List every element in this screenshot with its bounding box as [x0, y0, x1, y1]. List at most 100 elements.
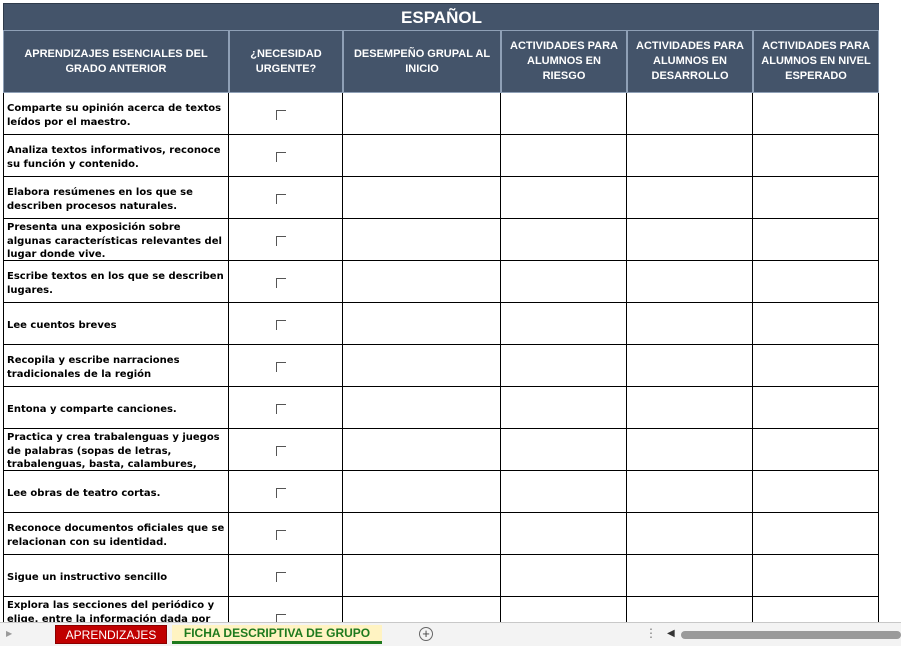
- empty-cell[interactable]: [343, 429, 501, 471]
- vertical-dots-icon[interactable]: ⋮: [645, 626, 657, 640]
- empty-cell[interactable]: [501, 177, 627, 219]
- triangle-left-icon[interactable]: ◀: [667, 628, 675, 639]
- empty-cell[interactable]: [343, 387, 501, 429]
- empty-cell[interactable]: [627, 177, 753, 219]
- empty-cell[interactable]: [343, 513, 501, 555]
- empty-cell[interactable]: [627, 555, 753, 597]
- empty-cell[interactable]: [627, 303, 753, 345]
- topic-cell[interactable]: Lee cuentos breves: [3, 303, 229, 345]
- topic-cell[interactable]: Sigue un instructivo sencillo: [3, 555, 229, 597]
- urgent-cell[interactable]: [229, 219, 343, 261]
- urgent-checkbox[interactable]: [276, 152, 286, 162]
- empty-cell[interactable]: [501, 387, 627, 429]
- topic-cell[interactable]: Recopila y escribe narraciones tradicion…: [3, 345, 229, 387]
- empty-cell[interactable]: [753, 261, 879, 303]
- urgent-checkbox[interactable]: [276, 320, 286, 330]
- triangle-right-icon[interactable]: ▶: [6, 629, 12, 638]
- empty-cell[interactable]: [627, 135, 753, 177]
- topic-cell[interactable]: Analiza textos informativos, reconoce su…: [3, 135, 229, 177]
- urgent-checkbox[interactable]: [276, 446, 286, 456]
- empty-cell[interactable]: [627, 387, 753, 429]
- topic-cell[interactable]: Escribe textos en los que se describen l…: [3, 261, 229, 303]
- empty-cell[interactable]: [501, 345, 627, 387]
- empty-cell[interactable]: [343, 219, 501, 261]
- urgent-checkbox[interactable]: [276, 614, 286, 622]
- empty-cell[interactable]: [627, 429, 753, 471]
- urgent-checkbox[interactable]: [276, 572, 286, 582]
- empty-cell[interactable]: [501, 93, 627, 135]
- urgent-checkbox[interactable]: [276, 404, 286, 414]
- empty-cell[interactable]: [753, 387, 879, 429]
- horizontal-scrollbar[interactable]: [681, 631, 901, 639]
- urgent-cell[interactable]: [229, 513, 343, 555]
- empty-cell[interactable]: [753, 597, 879, 622]
- empty-cell[interactable]: [501, 219, 627, 261]
- empty-cell[interactable]: [753, 93, 879, 135]
- urgent-cell[interactable]: [229, 93, 343, 135]
- tab-ficha-descriptiva-de-grupo[interactable]: FICHA DESCRIPTIVA DE GRUPO: [172, 625, 382, 644]
- urgent-checkbox[interactable]: [276, 362, 286, 372]
- urgent-checkbox[interactable]: [276, 110, 286, 120]
- header-aprendizajes: APRENDIZAJES ESENCIALES DEL GRADO ANTERI…: [3, 30, 229, 93]
- empty-cell[interactable]: [501, 429, 627, 471]
- topic-cell[interactable]: Practica y crea trabalenguas y juegos de…: [3, 429, 229, 471]
- empty-cell[interactable]: [627, 345, 753, 387]
- empty-cell[interactable]: [627, 219, 753, 261]
- empty-cell[interactable]: [753, 513, 879, 555]
- empty-cell[interactable]: [753, 303, 879, 345]
- empty-cell[interactable]: [343, 177, 501, 219]
- empty-cell[interactable]: [501, 597, 627, 622]
- topic-text: Analiza textos informativos, reconoce su…: [7, 145, 221, 170]
- empty-cell[interactable]: [501, 261, 627, 303]
- empty-cell[interactable]: [501, 303, 627, 345]
- empty-cell[interactable]: [501, 471, 627, 513]
- urgent-cell[interactable]: [229, 303, 343, 345]
- empty-cell[interactable]: [343, 345, 501, 387]
- empty-cell[interactable]: [753, 429, 879, 471]
- empty-cell[interactable]: [627, 261, 753, 303]
- empty-cell[interactable]: [343, 93, 501, 135]
- empty-cell[interactable]: [501, 135, 627, 177]
- urgent-checkbox[interactable]: [276, 488, 286, 498]
- urgent-checkbox[interactable]: [276, 530, 286, 540]
- tab-aprendizajes[interactable]: APRENDIZAJES: [55, 625, 167, 644]
- topic-cell[interactable]: Entona y comparte canciones.: [3, 387, 229, 429]
- empty-cell[interactable]: [753, 555, 879, 597]
- urgent-cell[interactable]: [229, 555, 343, 597]
- urgent-cell[interactable]: [229, 387, 343, 429]
- urgent-cell[interactable]: [229, 177, 343, 219]
- topic-cell[interactable]: Explora las secciones del periódico y el…: [3, 597, 229, 622]
- topic-cell[interactable]: Comparte su opinión acerca de textos leí…: [3, 93, 229, 135]
- empty-cell[interactable]: [343, 555, 501, 597]
- empty-cell[interactable]: [753, 177, 879, 219]
- empty-cell[interactable]: [627, 93, 753, 135]
- empty-cell[interactable]: [627, 513, 753, 555]
- empty-cell[interactable]: [343, 135, 501, 177]
- empty-cell[interactable]: [343, 597, 501, 622]
- empty-cell[interactable]: [343, 471, 501, 513]
- urgent-cell[interactable]: [229, 429, 343, 471]
- empty-cell[interactable]: [343, 303, 501, 345]
- topic-cell[interactable]: Presenta una exposición sobre algunas ca…: [3, 219, 229, 261]
- empty-cell[interactable]: [501, 513, 627, 555]
- urgent-cell[interactable]: [229, 135, 343, 177]
- empty-cell[interactable]: [343, 261, 501, 303]
- urgent-checkbox[interactable]: [276, 278, 286, 288]
- urgent-cell[interactable]: [229, 345, 343, 387]
- empty-cell[interactable]: [753, 135, 879, 177]
- urgent-cell[interactable]: [229, 597, 343, 622]
- empty-cell[interactable]: [627, 597, 753, 622]
- empty-cell[interactable]: [753, 219, 879, 261]
- urgent-cell[interactable]: [229, 471, 343, 513]
- topic-cell[interactable]: Reconoce documentos oficiales que se rel…: [3, 513, 229, 555]
- urgent-cell[interactable]: [229, 261, 343, 303]
- urgent-checkbox[interactable]: [276, 194, 286, 204]
- empty-cell[interactable]: [501, 555, 627, 597]
- empty-cell[interactable]: [753, 345, 879, 387]
- urgent-checkbox[interactable]: [276, 236, 286, 246]
- topic-cell[interactable]: Lee obras de teatro cortas.: [3, 471, 229, 513]
- topic-cell[interactable]: Elabora resúmenes en los que se describe…: [3, 177, 229, 219]
- empty-cell[interactable]: [627, 471, 753, 513]
- plus-circle-icon[interactable]: +: [419, 627, 433, 641]
- empty-cell[interactable]: [753, 471, 879, 513]
